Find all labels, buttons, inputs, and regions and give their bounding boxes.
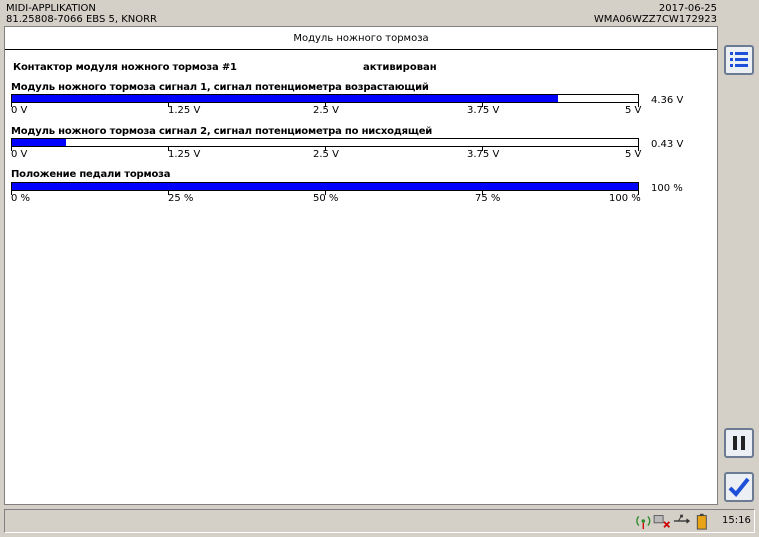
gauge-3-tick-label: 50 % [313, 193, 339, 204]
gauge-2-tick-label: 3.75 V [467, 149, 500, 160]
system-tray [636, 513, 707, 530]
header-right: 2017-06-25 WMA06WZZ7CW172923 [594, 3, 717, 25]
clock: 15:16 [722, 515, 751, 526]
gauge-2-tick-label: 2.5 V [313, 149, 339, 160]
list-icon [730, 52, 748, 67]
gauge-1-tick-label: 3.75 V [467, 105, 500, 116]
gauge-2-tick-label: 0 V [11, 149, 28, 160]
app-name: MIDI-APPLIKATION [6, 3, 96, 14]
gauge-1-tick-label: 1.25 V [168, 105, 201, 116]
gauge-3-tick-label: 0 % [11, 193, 31, 204]
gauge-1-fill [12, 95, 558, 102]
gauge-3-value: 100 % [651, 183, 683, 194]
gauge-3-label: Положение педали тормоза [11, 169, 171, 180]
gauge-1-tick-label: 5 V [625, 105, 642, 116]
date: 2017-06-25 [658, 3, 717, 14]
gauge-2-bar [11, 138, 639, 147]
gauge-2-fill [12, 139, 66, 146]
gauge-1-tick-label: 2.5 V [313, 105, 339, 116]
gauge-2-label: Модуль ножного тормоза сигнал 2, сигнал … [11, 126, 433, 137]
wireless-signal-icon [636, 516, 651, 530]
confirm-button[interactable] [724, 472, 754, 502]
contactor-status: активирован [363, 62, 437, 73]
status-bar: 15:16 [4, 509, 755, 533]
usb-icon [673, 514, 691, 524]
main-panel: Модуль ножного тормоза Контактор модуля … [4, 26, 718, 505]
gauge-1-tick-label: 0 V [11, 105, 28, 116]
pause-icon [733, 436, 745, 450]
gauge-2-tick-label: 1.25 V [168, 149, 201, 160]
header-left: MIDI-APPLIKATION 81.25808-7066 EBS 5, KN… [6, 3, 157, 25]
panel-title: Модуль ножного тормоза [5, 27, 717, 50]
module-id: 81.25808-7066 EBS 5, KNORR [6, 14, 158, 25]
gauge-3-tick-label: 100 % [609, 193, 641, 204]
pause-button[interactable] [724, 428, 754, 458]
gauge-2-value: 0.43 V [651, 139, 684, 150]
menu-button[interactable] [724, 45, 754, 75]
gauge-3-bar [11, 182, 639, 191]
contactor-label: Контактор модуля ножного тормоза #1 [13, 62, 237, 73]
network-disconnected-icon [653, 515, 671, 528]
gauge-3-fill [12, 183, 638, 190]
gauge-3-tick-label: 25 % [168, 193, 194, 204]
gauge-2-tick-label: 5 V [625, 149, 642, 160]
gauge-1-value: 4.36 V [651, 95, 684, 106]
gauge-1-label: Модуль ножного тормоза сигнал 1, сигнал … [11, 82, 429, 93]
checkmark-icon [728, 477, 750, 497]
battery-icon [696, 513, 707, 530]
vin: WMA06WZZ7CW172923 [593, 14, 717, 25]
gauge-3-tick-label: 75 % [475, 193, 501, 204]
gauge-1-bar [11, 94, 639, 103]
